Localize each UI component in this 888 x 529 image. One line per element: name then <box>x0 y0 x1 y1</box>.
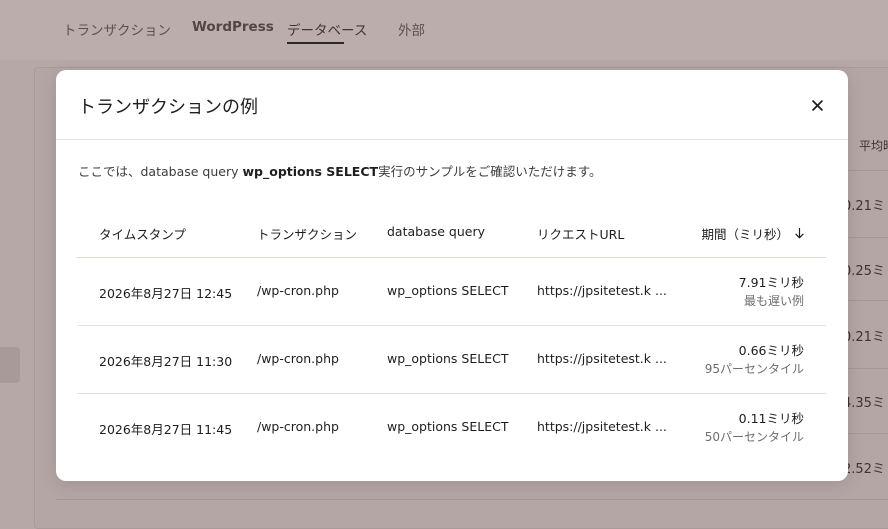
column-header-timestamp: タイムスタンプ <box>99 227 186 242</box>
arrow-down-icon <box>795 228 804 239</box>
cell-timestamp: 2026年8月27日 11:30 <box>99 354 233 369</box>
column-header-transaction: トランザクション <box>257 227 358 242</box>
tab-transactions[interactable]: トランザクション <box>63 19 171 39</box>
duration-note: 95パーセンタイル <box>704 362 804 376</box>
active-tab-indicator <box>287 42 344 44</box>
modal-title: トランザクションの例 <box>78 97 258 118</box>
tab-external[interactable]: 外部 <box>398 19 425 39</box>
background-cell-value: 0.21ミ <box>843 199 885 214</box>
background-side-handle <box>0 347 20 383</box>
close-button[interactable] <box>804 92 830 118</box>
cell-duration: 7.91ミリ秒 最も遅い例 <box>739 273 804 310</box>
cell-request-url[interactable]: https://jpsitetest.k ... <box>537 283 667 298</box>
description-query-name: wp_options SELECT <box>242 164 379 179</box>
background-tab-bar: トランザクション WordPress データベース 外部 <box>0 0 888 60</box>
column-header-duration-label: 期間（ミリ秒） <box>701 227 789 242</box>
cell-request-url[interactable]: https://jpsitetest.k ... <box>537 419 667 434</box>
cell-timestamp: 2026年8月27日 12:45 <box>99 286 233 301</box>
duration-value: 7.91ミリ秒 <box>738 275 804 290</box>
background-row-divider <box>848 368 888 369</box>
cell-transaction: /wp-cron.php <box>257 283 339 298</box>
tab-wordpress[interactable]: WordPress <box>192 19 274 35</box>
close-icon <box>811 99 823 111</box>
description-suffix: 実行のサンプルをご確認いただけます。 <box>378 164 602 179</box>
cell-duration: 0.66ミリ秒 95パーセンタイル <box>705 341 804 378</box>
modal-description: ここでは、database query wp_options SELECT実行の… <box>78 161 601 180</box>
duration-value: 0.11ミリ秒 <box>738 411 804 426</box>
tab-database[interactable]: データベース <box>287 19 367 39</box>
table-row[interactable]: 2026年8月27日 12:45 /wp-cron.php wp_options… <box>77 258 826 326</box>
background-cell-value: 4.35ミ <box>843 396 885 411</box>
background-column-header: 平均時 <box>859 139 888 153</box>
duration-value: 0.66ミリ秒 <box>738 343 804 358</box>
description-prefix: ここでは、database query <box>78 164 243 179</box>
duration-note: 最も遅い例 <box>743 294 804 308</box>
cell-query: wp_options SELECT <box>387 283 509 298</box>
background-cell-value: 2.52ミ <box>843 462 885 477</box>
column-header-query: database query <box>387 224 486 239</box>
cell-transaction: /wp-cron.php <box>257 419 339 434</box>
column-header-request-url: リクエストURL <box>537 227 625 242</box>
cell-query: wp_options SELECT <box>387 419 509 434</box>
background-row-divider <box>848 170 888 171</box>
modal-header-divider <box>56 139 848 140</box>
cell-request-url[interactable]: https://jpsitetest.k ... <box>537 351 667 366</box>
background-cell-value: 0.25ミ <box>843 264 885 279</box>
column-header-duration[interactable]: 期間（ミリ秒） <box>701 224 804 243</box>
background-cell-value: 0.21ミ <box>843 330 885 345</box>
background-row-divider <box>848 237 888 238</box>
duration-note: 50パーセンタイル <box>704 430 804 444</box>
background-row-divider <box>848 433 888 434</box>
background-divider <box>56 499 888 500</box>
table-row[interactable]: 2026年8月27日 11:45 /wp-cron.php wp_options… <box>77 394 826 461</box>
table-row[interactable]: 2026年8月27日 11:30 /wp-cron.php wp_options… <box>77 326 826 394</box>
background-row-divider <box>848 300 888 301</box>
cell-query: wp_options SELECT <box>387 351 509 366</box>
transaction-examples-modal: トランザクションの例 ここでは、database query wp_option… <box>56 70 848 481</box>
cell-duration: 0.11ミリ秒 50パーセンタイル <box>705 409 804 446</box>
cell-timestamp: 2026年8月27日 11:45 <box>99 422 233 437</box>
cell-transaction: /wp-cron.php <box>257 351 339 366</box>
